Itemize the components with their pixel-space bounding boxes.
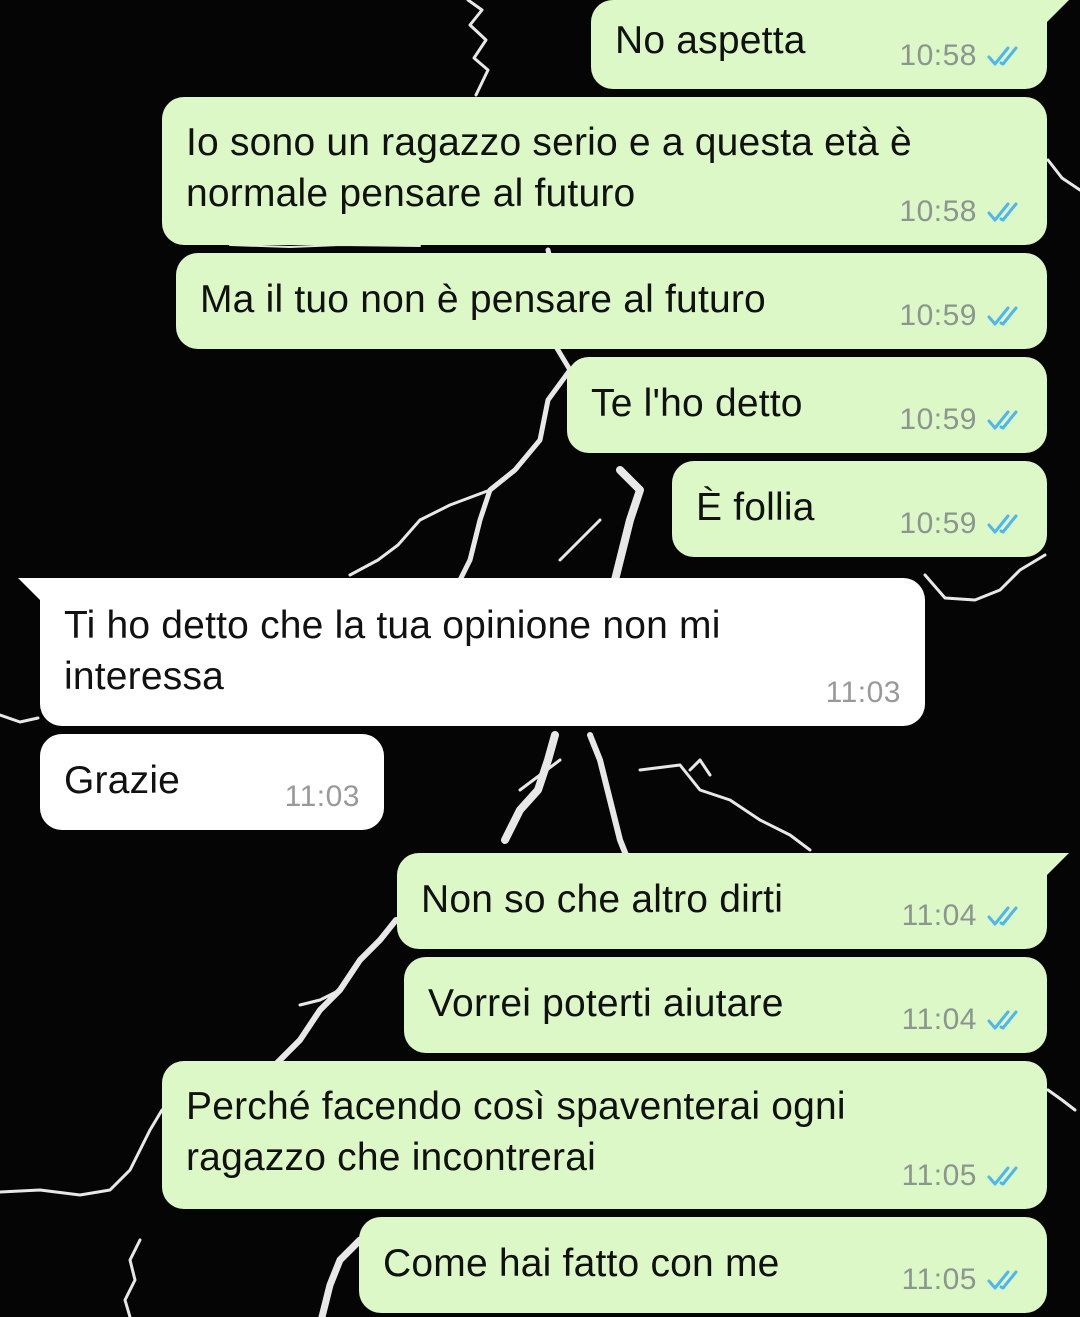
message-meta: 11:03 [826,676,901,710]
message-text: Ti ho detto che la tua opinione non mi i… [64,604,721,698]
message-text: Te l'ho detto [591,382,803,425]
message-text: Vorrei poterti aiutare [428,982,784,1025]
message-text: Grazie [64,759,181,802]
message-bubble-incoming[interactable]: Grazie 11:03 [40,734,384,830]
message-bubble-outgoing[interactable]: Ma il tuo non è pensare al futuro 10:59 [176,253,1047,349]
message-bubble-outgoing[interactable]: Perché facendo così spaventerai ogni rag… [162,1061,1047,1209]
message-meta: 10:58 [899,195,1023,229]
message-text: Ma il tuo non è pensare al futuro [200,278,766,321]
bubble-tail [1047,853,1069,875]
message-time: 11:04 [901,1003,977,1036]
double-check-read-icon [987,410,1018,430]
message-time: 10:59 [899,507,977,540]
message-meta: 11:03 [285,780,360,814]
message-text: Come hai fatto con me [383,1242,780,1285]
message-bubble-outgoing[interactable]: È follia 10:59 [672,461,1047,557]
message-meta: 11:04 [902,899,1023,933]
message-meta: 11:04 [902,1003,1023,1037]
message-meta: 10:59 [899,299,1023,333]
message-time: 11:03 [284,780,360,813]
message-time: 11:04 [901,899,977,932]
message-meta: 11:05 [902,1263,1023,1297]
bubble-tail [1047,0,1069,22]
chat-conversation[interactable]: No aspetta 10:58 Io sono un ragazzo seri… [0,0,1080,1317]
message-text: Perché facendo così spaventerai ogni rag… [186,1085,846,1179]
message-bubble-outgoing[interactable]: Te l'ho detto 10:59 [567,357,1047,453]
message-time: 11:05 [901,1263,977,1296]
double-check-read-icon [987,1010,1018,1030]
message-meta: 10:59 [899,507,1023,541]
message-text: Io sono un ragazzo serio e a questa età … [186,121,912,215]
message-time: 10:59 [899,403,977,436]
message-text: No aspetta [615,19,806,62]
double-check-read-icon [987,1270,1018,1290]
message-text: Non so che altro dirti [421,878,784,921]
double-check-read-icon [987,202,1018,222]
message-bubble-incoming[interactable]: Ti ho detto che la tua opinione non mi i… [18,578,925,726]
message-bubble-outgoing[interactable]: Come hai fatto con me 11:05 [359,1217,1047,1313]
message-bubble-outgoing[interactable]: Vorrei poterti aiutare 11:04 [404,957,1047,1053]
message-meta: 11:05 [902,1159,1023,1193]
message-text: È follia [696,486,815,529]
message-time: 11:05 [901,1159,977,1192]
double-check-read-icon [987,46,1018,66]
message-bubble-outgoing[interactable]: Non so che altro dirti 11:04 [397,853,1069,949]
message-meta: 10:58 [899,39,1023,73]
double-check-read-icon [987,1166,1018,1186]
message-time: 10:58 [899,195,977,228]
message-bubble-outgoing[interactable]: Io sono un ragazzo serio e a questa età … [162,97,1047,245]
double-check-read-icon [987,514,1018,534]
bubble-tail [18,578,40,600]
double-check-read-icon [987,306,1018,326]
double-check-read-icon [987,906,1018,926]
message-bubble-outgoing[interactable]: No aspetta 10:58 [591,0,1069,89]
message-time: 10:59 [899,299,977,332]
message-time: 10:58 [899,39,977,72]
message-time: 11:03 [825,676,901,709]
message-meta: 10:59 [899,403,1023,437]
